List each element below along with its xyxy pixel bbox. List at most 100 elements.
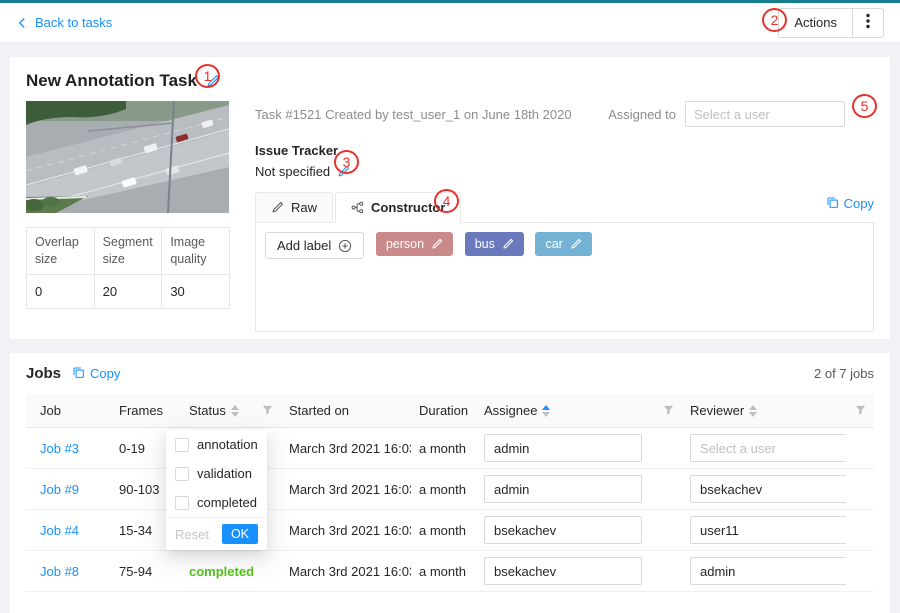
assignee-input[interactable] xyxy=(484,516,642,544)
caret-up-icon xyxy=(542,405,550,410)
checkbox[interactable] xyxy=(175,496,189,510)
copy-jobs-label: Copy xyxy=(90,366,120,381)
label-tag-car[interactable]: car xyxy=(535,232,591,256)
label-tag-car-name: car xyxy=(545,237,562,251)
filter-option-validation[interactable]: validation xyxy=(166,459,267,488)
column-header-assignee[interactable]: Assignee xyxy=(476,403,654,418)
label-tag-bus-name: bus xyxy=(475,237,495,251)
reviewer-input[interactable] xyxy=(690,475,846,503)
jobs-table-header: Job Frames Status Started on Duration As… xyxy=(26,394,874,428)
label-tag-person[interactable]: person xyxy=(376,232,453,256)
reviewer-input[interactable] xyxy=(690,516,846,544)
task-assignee-input[interactable] xyxy=(685,101,845,127)
caret-down-icon xyxy=(542,412,550,417)
issue-tracker-value: Not specified xyxy=(255,164,330,179)
edit-label-icon[interactable] xyxy=(570,238,582,250)
actions-button[interactable]: Actions xyxy=(779,9,853,37)
status-filter-icon[interactable] xyxy=(253,405,281,416)
frames-cell: 75-94 xyxy=(111,564,181,579)
tab-raw[interactable]: Raw xyxy=(255,192,333,223)
filter-ok-button[interactable]: OK xyxy=(222,524,258,544)
copy-labels-link[interactable]: Copy xyxy=(826,196,874,218)
label-tag-bus[interactable]: bus xyxy=(465,232,524,256)
job-link[interactable]: Job #4 xyxy=(40,523,79,538)
assigned-to-block: Assigned to xyxy=(608,101,845,127)
assignee-input[interactable] xyxy=(484,557,642,585)
more-vertical-icon xyxy=(866,13,870,32)
status-filter-dropdown: annotation validation completed Reset OK xyxy=(166,430,267,550)
started-on-cell: March 3rd 2021 16:03 xyxy=(281,441,411,456)
annotation-circle-4: 4 xyxy=(434,189,459,213)
column-header-frames: Frames xyxy=(111,403,181,418)
status-sort-icon[interactable] xyxy=(231,405,239,417)
reviewer-input[interactable] xyxy=(690,557,846,585)
add-label-button[interactable]: Add label xyxy=(265,232,364,259)
column-header-job: Job xyxy=(26,403,111,418)
task-parameters-table: Overlap size Segment size Image quality … xyxy=(26,227,230,309)
param-value-quality: 30 xyxy=(162,274,230,308)
started-on-cell: March 3rd 2021 16:03 xyxy=(281,523,411,538)
checkbox[interactable] xyxy=(175,467,189,481)
job-link[interactable]: Job #8 xyxy=(40,564,79,579)
copy-jobs-link[interactable]: Copy xyxy=(72,366,120,382)
annotation-circle-5: 5 xyxy=(852,94,877,118)
column-header-duration: Duration xyxy=(411,403,476,418)
task-meta-text: Task #1521 Created by test_user_1 on Jun… xyxy=(255,101,572,122)
job-row: Job #9 90-103 March 3rd 2021 16:03 a mon… xyxy=(26,469,874,510)
param-value-overlap: 0 xyxy=(27,274,95,308)
param-header-quality: Image quality xyxy=(162,228,230,275)
reviewer-input[interactable] xyxy=(690,434,846,462)
annotation-circle-3: 3 xyxy=(334,150,359,174)
edit-label-icon[interactable] xyxy=(502,238,514,250)
assignee-input[interactable] xyxy=(484,434,642,462)
back-to-tasks-link[interactable]: Back to tasks xyxy=(16,15,112,30)
column-header-status[interactable]: Status xyxy=(181,403,253,418)
job-row: Job #8 75-94 completed March 3rd 2021 16… xyxy=(26,551,874,592)
filter-reset-button[interactable]: Reset xyxy=(175,527,209,542)
pencil-icon xyxy=(271,201,284,214)
caret-up-icon xyxy=(749,405,757,410)
column-header-started-on: Started on xyxy=(281,403,411,418)
annotation-circle-2: 2 xyxy=(762,8,787,32)
jobs-title: Jobs xyxy=(26,365,61,382)
caret-up-icon xyxy=(231,405,239,410)
filter-option-completed[interactable]: completed xyxy=(166,488,267,517)
job-row: Job #3 0-19 March 3rd 2021 16:03 a month xyxy=(26,428,874,469)
param-value-segment: 20 xyxy=(94,274,162,308)
task-title: New Annotation Task xyxy=(26,71,197,91)
checkbox[interactable] xyxy=(175,438,189,452)
assignee-sort-icon[interactable] xyxy=(542,405,550,417)
labels-constructor-panel: Add label person bus xyxy=(255,222,874,332)
task-right-column: Task #1521 Created by test_user_1 on Jun… xyxy=(255,101,874,332)
param-header-overlap: Overlap size xyxy=(27,228,95,275)
back-to-tasks-label: Back to tasks xyxy=(35,15,112,30)
assignee-filter-icon[interactable] xyxy=(654,405,682,416)
duration-cell: a month xyxy=(411,564,476,579)
filter-option-completed-label: completed xyxy=(197,495,257,510)
actions-more-button[interactable] xyxy=(853,9,883,37)
column-header-reviewer[interactable]: Reviewer xyxy=(682,403,846,418)
job-link[interactable]: Job #9 xyxy=(40,482,79,497)
assignee-input[interactable] xyxy=(484,475,642,503)
task-preview-image xyxy=(26,101,229,213)
jobs-card: Jobs Copy 2 of 7 jobs Job Frames Status … xyxy=(10,353,890,613)
filter-option-annotation[interactable]: annotation xyxy=(166,430,267,459)
assigned-to-label: Assigned to xyxy=(608,107,676,122)
status-text: completed xyxy=(189,564,253,579)
job-link[interactable]: Job #3 xyxy=(40,441,79,456)
reviewer-filter-icon[interactable] xyxy=(846,405,874,416)
copy-icon xyxy=(826,196,839,212)
reviewer-sort-icon[interactable] xyxy=(749,405,757,417)
started-on-cell: March 3rd 2021 16:03 xyxy=(281,564,411,579)
jobs-table: Job Frames Status Started on Duration As… xyxy=(26,394,874,592)
labels-editor-tabs: Raw Constructor Copy xyxy=(255,191,874,222)
plus-circle-icon xyxy=(338,239,352,253)
task-left-column: Overlap size Segment size Image quality … xyxy=(26,101,231,332)
jobs-count: 2 of 7 jobs xyxy=(814,366,874,381)
caret-down-icon xyxy=(749,412,757,417)
actions-button-group: Actions xyxy=(778,8,884,38)
add-label-label: Add label xyxy=(277,238,331,253)
edit-label-icon[interactable] xyxy=(431,238,443,250)
duration-cell: a month xyxy=(411,441,476,456)
caret-down-icon xyxy=(231,412,239,417)
